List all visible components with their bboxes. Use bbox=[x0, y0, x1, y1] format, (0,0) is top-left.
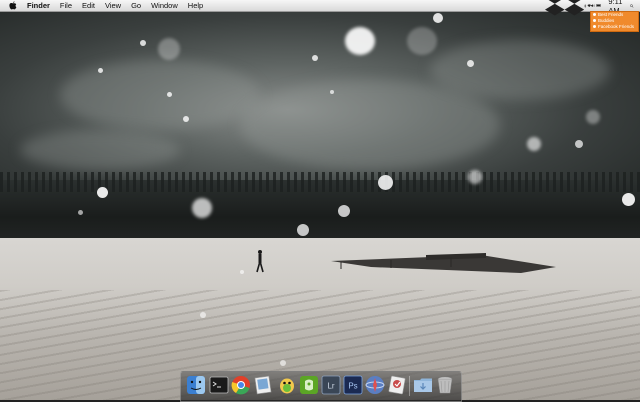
bullet-icon bbox=[593, 13, 596, 17]
snowflake bbox=[586, 110, 600, 124]
wallpaper-cloud bbox=[20, 130, 180, 170]
apple-icon[interactable] bbox=[9, 1, 17, 10]
menu-extras: 9:11 AM bbox=[545, 0, 634, 16]
notification-item[interactable]: Facebook Friends bbox=[591, 24, 638, 30]
snowflake bbox=[622, 193, 635, 206]
adium-icon[interactable] bbox=[277, 375, 297, 395]
snowflake bbox=[240, 270, 244, 274]
bullet-icon bbox=[593, 25, 596, 29]
snowflake bbox=[200, 312, 206, 318]
textmate-icon[interactable] bbox=[387, 375, 407, 395]
menu-edit[interactable]: Edit bbox=[82, 0, 95, 11]
menu-bar: Finder File Edit View Go Window Help 9:1… bbox=[0, 0, 640, 16]
lightroom-icon[interactable]: Lr bbox=[321, 375, 341, 395]
snowflake bbox=[140, 40, 146, 46]
preview-icon[interactable] bbox=[253, 375, 273, 395]
svg-text:Lr: Lr bbox=[327, 382, 334, 391]
bullet-icon bbox=[593, 19, 596, 23]
dock-separator bbox=[409, 376, 410, 396]
friends-notification-panel: Best Friends Buddies Facebook Friends bbox=[590, 11, 639, 32]
snowflake bbox=[97, 187, 108, 198]
snowflake bbox=[433, 13, 443, 23]
wallpaper-cloud bbox=[60, 60, 260, 130]
snowflake bbox=[158, 38, 180, 60]
snowflake bbox=[575, 140, 583, 148]
dropbox-icon[interactable] bbox=[545, 0, 585, 21]
photoshop-icon[interactable]: Ps bbox=[343, 375, 363, 395]
finder-icon[interactable] bbox=[186, 375, 206, 395]
menu-go[interactable]: Go bbox=[131, 0, 141, 11]
walking-person-figure bbox=[256, 250, 264, 273]
menu-help[interactable]: Help bbox=[188, 0, 203, 11]
snowflake bbox=[378, 175, 393, 190]
terminal-icon[interactable] bbox=[209, 375, 229, 395]
chrome-icon[interactable] bbox=[231, 375, 251, 395]
snowflake bbox=[192, 198, 212, 218]
svg-text:Ps: Ps bbox=[348, 382, 357, 391]
wooden-pier bbox=[331, 253, 556, 273]
safari-icon[interactable] bbox=[365, 375, 385, 395]
notification-label: Facebook Friends bbox=[598, 24, 635, 29]
wallpaper-cloud bbox=[430, 40, 610, 100]
notification-label: Buddies bbox=[598, 18, 615, 23]
snowflake bbox=[338, 205, 350, 217]
snowflake bbox=[280, 360, 286, 366]
snowflake bbox=[345, 27, 375, 55]
notification-label: Best Friends bbox=[598, 12, 624, 17]
wallpaper-cloud bbox=[240, 80, 500, 170]
spotlight-icon[interactable] bbox=[630, 2, 634, 10]
snowflake bbox=[330, 90, 334, 94]
snowflake bbox=[98, 68, 103, 73]
downloads-folder-icon[interactable] bbox=[413, 375, 433, 395]
menu-app-name[interactable]: Finder bbox=[27, 0, 50, 11]
snowflake bbox=[78, 210, 83, 215]
evernote-icon[interactable] bbox=[299, 375, 319, 395]
snowflake bbox=[527, 137, 541, 151]
snowflake bbox=[312, 55, 318, 61]
snowflake bbox=[167, 92, 172, 97]
snowflake bbox=[297, 224, 309, 236]
snowflake bbox=[467, 60, 474, 67]
snowflake bbox=[183, 116, 189, 122]
trash-icon[interactable] bbox=[435, 375, 455, 395]
wallpaper-treeline bbox=[0, 172, 640, 192]
menu-window[interactable]: Window bbox=[151, 0, 178, 11]
desktop-wallpaper bbox=[0, 0, 640, 400]
battery-icon[interactable] bbox=[595, 4, 602, 7]
snowflake bbox=[468, 170, 482, 184]
menu-view[interactable]: View bbox=[105, 0, 121, 11]
dock: Lr Ps bbox=[180, 371, 462, 402]
snowflake bbox=[407, 27, 437, 55]
menu-file[interactable]: File bbox=[60, 0, 72, 11]
